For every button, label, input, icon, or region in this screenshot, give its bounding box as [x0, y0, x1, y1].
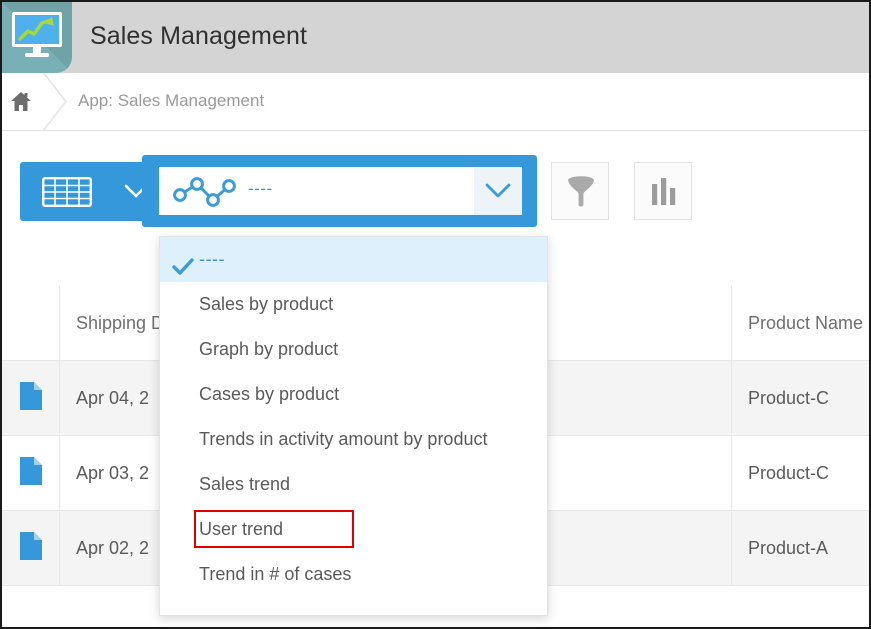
- dropdown-item-label: Trend in # of cases: [199, 564, 351, 584]
- row-document-icon[interactable]: [2, 436, 60, 511]
- view-select-toggle[interactable]: [474, 167, 522, 215]
- breadcrumb-current: App: Sales Management: [78, 91, 264, 111]
- home-icon: [10, 91, 32, 117]
- filter-button[interactable]: [551, 162, 609, 220]
- dropdown-item-label: Trends in activity amount by product: [199, 429, 487, 449]
- row-product-name: Product-C: [732, 436, 871, 511]
- dropdown-item-graph-by-product[interactable]: Graph by product: [160, 327, 547, 372]
- view-select-wrapper: ----: [142, 155, 537, 227]
- chart-button[interactable]: [634, 162, 692, 220]
- breadcrumb: App: Sales Management: [2, 73, 871, 131]
- app-window: Sales Management App: Sales Management: [0, 0, 871, 629]
- table-grid-icon: [42, 177, 92, 212]
- table-header-product-name: Product Name: [732, 286, 871, 361]
- view-select-value: ----: [248, 179, 273, 199]
- app-header: Sales Management: [2, 2, 871, 73]
- app-icon: [2, 2, 72, 73]
- line-graph-icon: [172, 175, 238, 213]
- page-title: Sales Management: [90, 22, 307, 51]
- dropdown-item-label: Sales by product: [199, 294, 333, 314]
- dropdown-item-cases-by-product[interactable]: Cases by product: [160, 372, 547, 417]
- document-icon: [20, 457, 42, 490]
- row-product-name: Product-A: [732, 511, 871, 586]
- view-select[interactable]: ----: [159, 167, 522, 215]
- row-document-icon[interactable]: [2, 511, 60, 586]
- dropdown-item-sales-by-product[interactable]: Sales by product: [160, 282, 547, 327]
- dropdown-item-label: ----: [199, 249, 225, 269]
- dropdown-item-label: User trend: [199, 519, 283, 539]
- dropdown-item-label: Graph by product: [199, 339, 338, 359]
- dropdown-item-sales-trend[interactable]: Sales trend: [160, 462, 547, 507]
- funnel-filter-icon: [567, 176, 595, 208]
- dropdown-item-label: Sales trend: [199, 474, 290, 494]
- row-product-name: Product-C: [732, 361, 871, 436]
- dropdown-item-trends-in-activity-amount-by-product[interactable]: Trends in activity amount by product: [160, 417, 547, 462]
- document-icon: [20, 382, 42, 415]
- view-mode-button[interactable]: [20, 162, 158, 221]
- view-select-dropdown: ---- Sales by product Graph by product C…: [159, 236, 548, 616]
- dropdown-item-default[interactable]: ----: [160, 237, 547, 282]
- chevron-down-icon: [485, 183, 511, 199]
- chevron-right-icon: [40, 73, 74, 130]
- dropdown-item-trend-in-number-of-cases[interactable]: Trend in # of cases: [160, 552, 547, 597]
- bar-chart-icon: [650, 177, 678, 207]
- document-icon: [20, 532, 42, 565]
- breadcrumb-home-button[interactable]: [2, 73, 42, 130]
- row-document-icon[interactable]: [2, 361, 60, 436]
- monitor-trend-icon: [11, 11, 63, 61]
- dropdown-item-user-trend[interactable]: User trend: [160, 507, 547, 552]
- table-header-icon: [2, 286, 60, 361]
- dropdown-item-label: Cases by product: [199, 384, 339, 404]
